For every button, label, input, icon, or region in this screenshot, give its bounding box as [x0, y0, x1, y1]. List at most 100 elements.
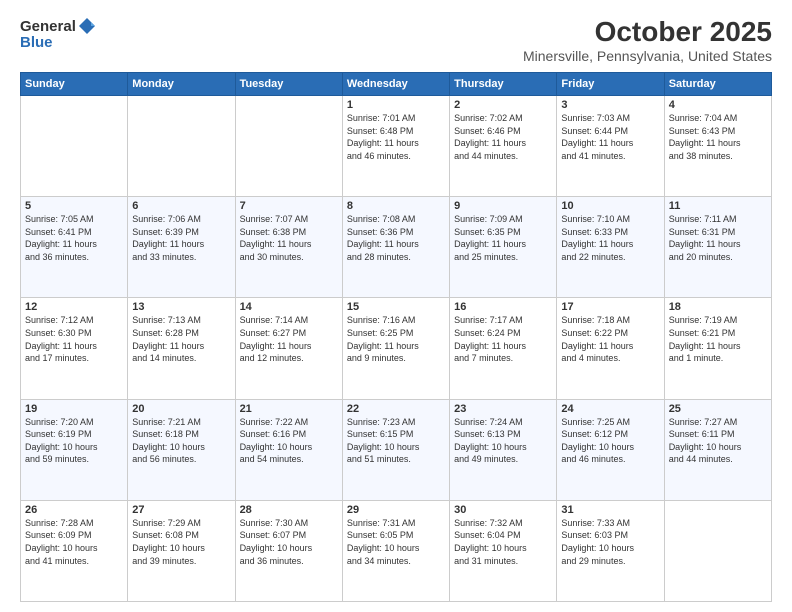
header-monday: Monday [128, 73, 235, 96]
day-info: Sunrise: 7:33 AM Sunset: 6:03 PM Dayligh… [561, 517, 659, 567]
day-info: Sunrise: 7:14 AM Sunset: 6:27 PM Dayligh… [240, 314, 338, 364]
day-number: 9 [454, 200, 552, 212]
table-row: 11Sunrise: 7:11 AM Sunset: 6:31 PM Dayli… [664, 197, 771, 298]
header-tuesday: Tuesday [235, 73, 342, 96]
day-info: Sunrise: 7:17 AM Sunset: 6:24 PM Dayligh… [454, 314, 552, 364]
day-info: Sunrise: 7:09 AM Sunset: 6:35 PM Dayligh… [454, 213, 552, 263]
day-info: Sunrise: 7:29 AM Sunset: 6:08 PM Dayligh… [132, 517, 230, 567]
table-row: 19Sunrise: 7:20 AM Sunset: 6:19 PM Dayli… [21, 399, 128, 500]
day-number: 26 [25, 504, 123, 516]
table-row: 17Sunrise: 7:18 AM Sunset: 6:22 PM Dayli… [557, 298, 664, 399]
day-number: 16 [454, 301, 552, 313]
day-number: 21 [240, 403, 338, 415]
logo-general: General [20, 18, 76, 35]
day-info: Sunrise: 7:22 AM Sunset: 6:16 PM Dayligh… [240, 416, 338, 466]
day-number: 14 [240, 301, 338, 313]
day-info: Sunrise: 7:08 AM Sunset: 6:36 PM Dayligh… [347, 213, 445, 263]
day-info: Sunrise: 7:06 AM Sunset: 6:39 PM Dayligh… [132, 213, 230, 263]
page-subtitle: Minersville, Pennsylvania, United States [523, 48, 772, 64]
calendar-week-row: 1Sunrise: 7:01 AM Sunset: 6:48 PM Daylig… [21, 96, 772, 197]
header-wednesday: Wednesday [342, 73, 449, 96]
day-info: Sunrise: 7:19 AM Sunset: 6:21 PM Dayligh… [669, 314, 767, 364]
day-number: 27 [132, 504, 230, 516]
day-number: 19 [25, 403, 123, 415]
table-row: 25Sunrise: 7:27 AM Sunset: 6:11 PM Dayli… [664, 399, 771, 500]
table-row: 10Sunrise: 7:10 AM Sunset: 6:33 PM Dayli… [557, 197, 664, 298]
day-number: 15 [347, 301, 445, 313]
table-row: 2Sunrise: 7:02 AM Sunset: 6:46 PM Daylig… [450, 96, 557, 197]
day-number: 28 [240, 504, 338, 516]
table-row: 1Sunrise: 7:01 AM Sunset: 6:48 PM Daylig… [342, 96, 449, 197]
header: General Blue October 2025 Minersville, P… [20, 16, 772, 64]
header-friday: Friday [557, 73, 664, 96]
day-number: 3 [561, 99, 659, 111]
table-row: 9Sunrise: 7:09 AM Sunset: 6:35 PM Daylig… [450, 197, 557, 298]
day-number: 11 [669, 200, 767, 212]
table-row: 13Sunrise: 7:13 AM Sunset: 6:28 PM Dayli… [128, 298, 235, 399]
day-number: 13 [132, 301, 230, 313]
table-row: 20Sunrise: 7:21 AM Sunset: 6:18 PM Dayli… [128, 399, 235, 500]
calendar-table: Sunday Monday Tuesday Wednesday Thursday… [20, 72, 772, 602]
day-number: 31 [561, 504, 659, 516]
calendar-week-row: 19Sunrise: 7:20 AM Sunset: 6:19 PM Dayli… [21, 399, 772, 500]
table-row: 27Sunrise: 7:29 AM Sunset: 6:08 PM Dayli… [128, 500, 235, 601]
table-row: 22Sunrise: 7:23 AM Sunset: 6:15 PM Dayli… [342, 399, 449, 500]
day-info: Sunrise: 7:32 AM Sunset: 6:04 PM Dayligh… [454, 517, 552, 567]
logo-icon [77, 16, 97, 36]
day-info: Sunrise: 7:31 AM Sunset: 6:05 PM Dayligh… [347, 517, 445, 567]
day-info: Sunrise: 7:03 AM Sunset: 6:44 PM Dayligh… [561, 112, 659, 162]
table-row: 16Sunrise: 7:17 AM Sunset: 6:24 PM Dayli… [450, 298, 557, 399]
table-row: 5Sunrise: 7:05 AM Sunset: 6:41 PM Daylig… [21, 197, 128, 298]
day-info: Sunrise: 7:04 AM Sunset: 6:43 PM Dayligh… [669, 112, 767, 162]
day-info: Sunrise: 7:21 AM Sunset: 6:18 PM Dayligh… [132, 416, 230, 466]
day-info: Sunrise: 7:05 AM Sunset: 6:41 PM Dayligh… [25, 213, 123, 263]
calendar-week-row: 12Sunrise: 7:12 AM Sunset: 6:30 PM Dayli… [21, 298, 772, 399]
table-row: 21Sunrise: 7:22 AM Sunset: 6:16 PM Dayli… [235, 399, 342, 500]
table-row: 15Sunrise: 7:16 AM Sunset: 6:25 PM Dayli… [342, 298, 449, 399]
header-thursday: Thursday [450, 73, 557, 96]
day-info: Sunrise: 7:28 AM Sunset: 6:09 PM Dayligh… [25, 517, 123, 567]
day-info: Sunrise: 7:01 AM Sunset: 6:48 PM Dayligh… [347, 112, 445, 162]
page-title: October 2025 [523, 16, 772, 48]
day-number: 24 [561, 403, 659, 415]
day-info: Sunrise: 7:16 AM Sunset: 6:25 PM Dayligh… [347, 314, 445, 364]
day-number: 7 [240, 200, 338, 212]
day-number: 17 [561, 301, 659, 313]
table-row: 14Sunrise: 7:14 AM Sunset: 6:27 PM Dayli… [235, 298, 342, 399]
table-row: 31Sunrise: 7:33 AM Sunset: 6:03 PM Dayli… [557, 500, 664, 601]
day-number: 6 [132, 200, 230, 212]
table-row: 4Sunrise: 7:04 AM Sunset: 6:43 PM Daylig… [664, 96, 771, 197]
table-row: 23Sunrise: 7:24 AM Sunset: 6:13 PM Dayli… [450, 399, 557, 500]
calendar-header-row: Sunday Monday Tuesday Wednesday Thursday… [21, 73, 772, 96]
day-info: Sunrise: 7:24 AM Sunset: 6:13 PM Dayligh… [454, 416, 552, 466]
header-sunday: Sunday [21, 73, 128, 96]
table-row: 26Sunrise: 7:28 AM Sunset: 6:09 PM Dayli… [21, 500, 128, 601]
day-info: Sunrise: 7:10 AM Sunset: 6:33 PM Dayligh… [561, 213, 659, 263]
day-number: 18 [669, 301, 767, 313]
day-number: 30 [454, 504, 552, 516]
table-row [235, 96, 342, 197]
day-number: 2 [454, 99, 552, 111]
table-row: 28Sunrise: 7:30 AM Sunset: 6:07 PM Dayli… [235, 500, 342, 601]
table-row: 24Sunrise: 7:25 AM Sunset: 6:12 PM Dayli… [557, 399, 664, 500]
table-row: 30Sunrise: 7:32 AM Sunset: 6:04 PM Dayli… [450, 500, 557, 601]
header-saturday: Saturday [664, 73, 771, 96]
day-number: 10 [561, 200, 659, 212]
day-info: Sunrise: 7:02 AM Sunset: 6:46 PM Dayligh… [454, 112, 552, 162]
day-info: Sunrise: 7:20 AM Sunset: 6:19 PM Dayligh… [25, 416, 123, 466]
day-number: 23 [454, 403, 552, 415]
day-info: Sunrise: 7:30 AM Sunset: 6:07 PM Dayligh… [240, 517, 338, 567]
table-row: 8Sunrise: 7:08 AM Sunset: 6:36 PM Daylig… [342, 197, 449, 298]
table-row [21, 96, 128, 197]
day-number: 29 [347, 504, 445, 516]
table-row [128, 96, 235, 197]
table-row: 6Sunrise: 7:06 AM Sunset: 6:39 PM Daylig… [128, 197, 235, 298]
day-info: Sunrise: 7:07 AM Sunset: 6:38 PM Dayligh… [240, 213, 338, 263]
table-row [664, 500, 771, 601]
day-number: 8 [347, 200, 445, 212]
table-row: 29Sunrise: 7:31 AM Sunset: 6:05 PM Dayli… [342, 500, 449, 601]
day-number: 5 [25, 200, 123, 212]
day-info: Sunrise: 7:13 AM Sunset: 6:28 PM Dayligh… [132, 314, 230, 364]
day-info: Sunrise: 7:27 AM Sunset: 6:11 PM Dayligh… [669, 416, 767, 466]
day-info: Sunrise: 7:12 AM Sunset: 6:30 PM Dayligh… [25, 314, 123, 364]
